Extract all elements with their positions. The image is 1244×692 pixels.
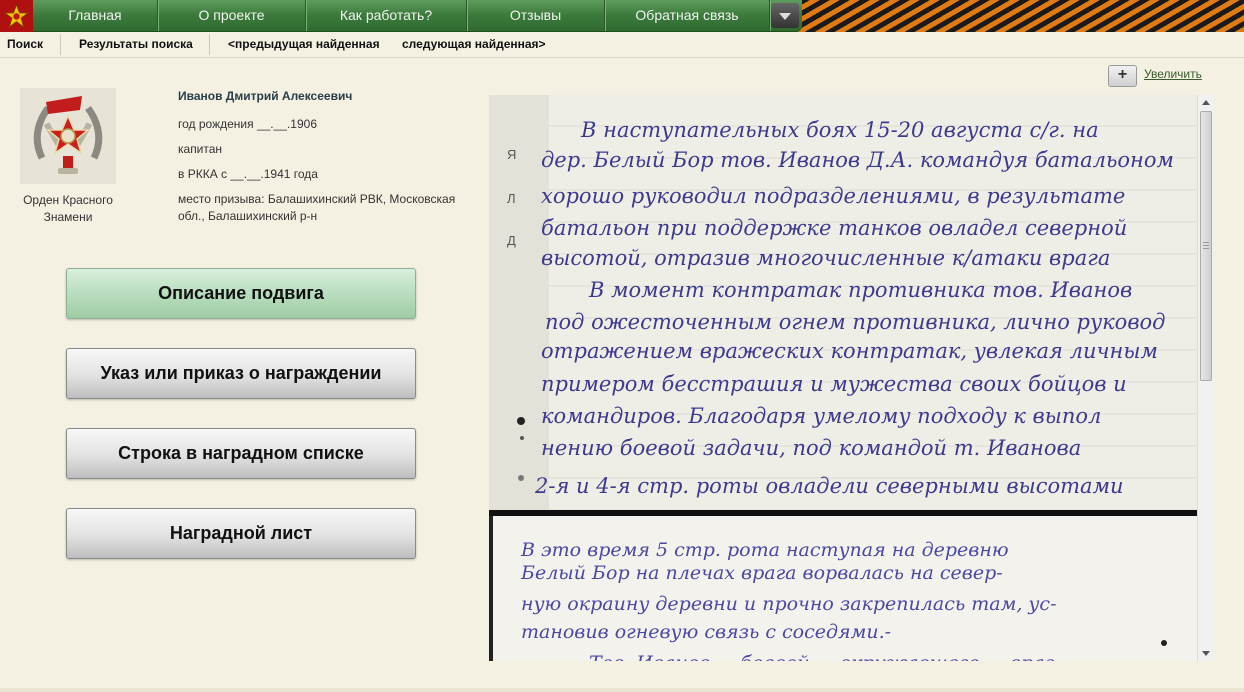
margin-letter: Я: [507, 147, 516, 162]
award-name: Орден Красного Знамени: [23, 193, 113, 224]
handwritten-line: В наступательных боях 15-20 августа с/г.…: [580, 118, 1099, 142]
handwritten-line: нению боевой задачи, под командой т. Ива…: [541, 436, 1081, 460]
handwritten-line: В момент контратак противника тов. Ивано…: [588, 278, 1132, 302]
search-results-link[interactable]: Результаты поиска: [79, 32, 193, 57]
sub-navigation: Поиск Результаты поиска <предыдущая найд…: [0, 32, 1244, 58]
order-red-banner-icon: [20, 88, 116, 184]
margin-letter: Д: [507, 233, 516, 248]
service-start: в РККА с __.__.1941 года: [178, 167, 318, 181]
enlistment-place: место призыва: Балашихинский РВК, Москов…: [178, 192, 456, 223]
handwritten-line: отражением вражеских контратак, увлекая …: [541, 339, 1158, 363]
grip-line: [1203, 248, 1209, 249]
next-found-link[interactable]: следующая найденная>: [402, 32, 546, 57]
person-info: Иванов Дмитрий Алексеевич год рождения _…: [178, 89, 468, 225]
handwritten-line: дер. Белый Бор тов. Иванов Д.А. командуя…: [541, 148, 1174, 172]
chevron-down-icon[interactable]: [771, 3, 799, 28]
plus-icon[interactable]: +: [1108, 65, 1137, 87]
menu-item-how-it-works[interactable]: Как работать?: [306, 0, 467, 31]
military-rank: капитан: [178, 142, 223, 156]
handwritten-line: под ожесточенным огнем противника, лично…: [545, 310, 1166, 334]
handwritten-line: высотой, отразив многочисленные к/атаки …: [541, 246, 1110, 270]
divider: [209, 34, 210, 55]
handwritten-line: В это время 5 стр. рота наступая на дере…: [520, 539, 1009, 561]
scrollbar-thumb[interactable]: [1200, 111, 1212, 381]
menu-item-feedback[interactable]: Обратная связь: [605, 0, 770, 31]
grip-line: [1203, 245, 1209, 246]
birth-year: год рождения __.__.1906: [178, 117, 317, 131]
scroll-down-icon[interactable]: [1198, 646, 1213, 661]
handwritten-line: хорошо руководил подразделениями, в резу…: [541, 184, 1125, 208]
handwritten-line: командиров. Благодаря умелому подходу к …: [541, 404, 1101, 428]
award-decree-button[interactable]: Указ или приказ о награждении: [66, 348, 416, 399]
handwritten-line: Тов. Иванов ... боевой ... окружавшего .…: [589, 652, 1055, 661]
handwritten-line: тановив огневую связь с соседями.-: [521, 621, 891, 643]
main-menu: Главная О проекте Как работать? Отзывы О…: [33, 0, 802, 32]
handwritten-line: Белый Бор на плечах врага ворвалась на с…: [520, 562, 1003, 584]
site-logo[interactable]: [0, 0, 34, 32]
search-link[interactable]: Поиск: [7, 32, 43, 57]
viewer-scrollbar[interactable]: [1197, 95, 1213, 661]
award-list-row-button[interactable]: Строка в наградном списке: [66, 428, 416, 479]
feat-description-button[interactable]: Описание подвига: [66, 268, 416, 319]
menu-item-home[interactable]: Главная: [33, 0, 158, 31]
document-viewer[interactable]: Я Л Д В наступательных боях 15-20 август…: [489, 95, 1197, 661]
grip-line: [1203, 242, 1209, 243]
person-name: Иванов Дмитрий Алексеевич: [178, 89, 353, 103]
handwritten-line: 2-я и 4-я стр. роты овладели северными в…: [534, 474, 1124, 498]
divider: [60, 34, 61, 55]
previous-found-link[interactable]: <предыдущая найденная: [228, 32, 380, 57]
handwritten-line: батальон при поддержке танков овладел се…: [541, 216, 1127, 240]
footer-divider: [0, 688, 1244, 692]
scroll-up-icon[interactable]: [1198, 95, 1213, 110]
zoom-link[interactable]: Увеличить: [1144, 67, 1202, 81]
menu-item-about[interactable]: О проекте: [158, 0, 306, 31]
top-navigation: Главная О проекте Как работать? Отзывы О…: [0, 0, 1244, 32]
margin-letter: Л: [507, 191, 516, 206]
handwritten-line: примером бесстрашия и мужества своих бой…: [541, 372, 1127, 396]
menu-item-reviews[interactable]: Отзывы: [467, 0, 605, 31]
award-sheet-button[interactable]: Наградной лист: [66, 508, 416, 559]
handwritten-line: ную окраину деревни и прочно закрепилась…: [521, 593, 1057, 615]
red-star-emblem-icon: [4, 4, 29, 28]
scanned-document: Я Л Д В наступательных боях 15-20 август…: [489, 95, 1197, 661]
